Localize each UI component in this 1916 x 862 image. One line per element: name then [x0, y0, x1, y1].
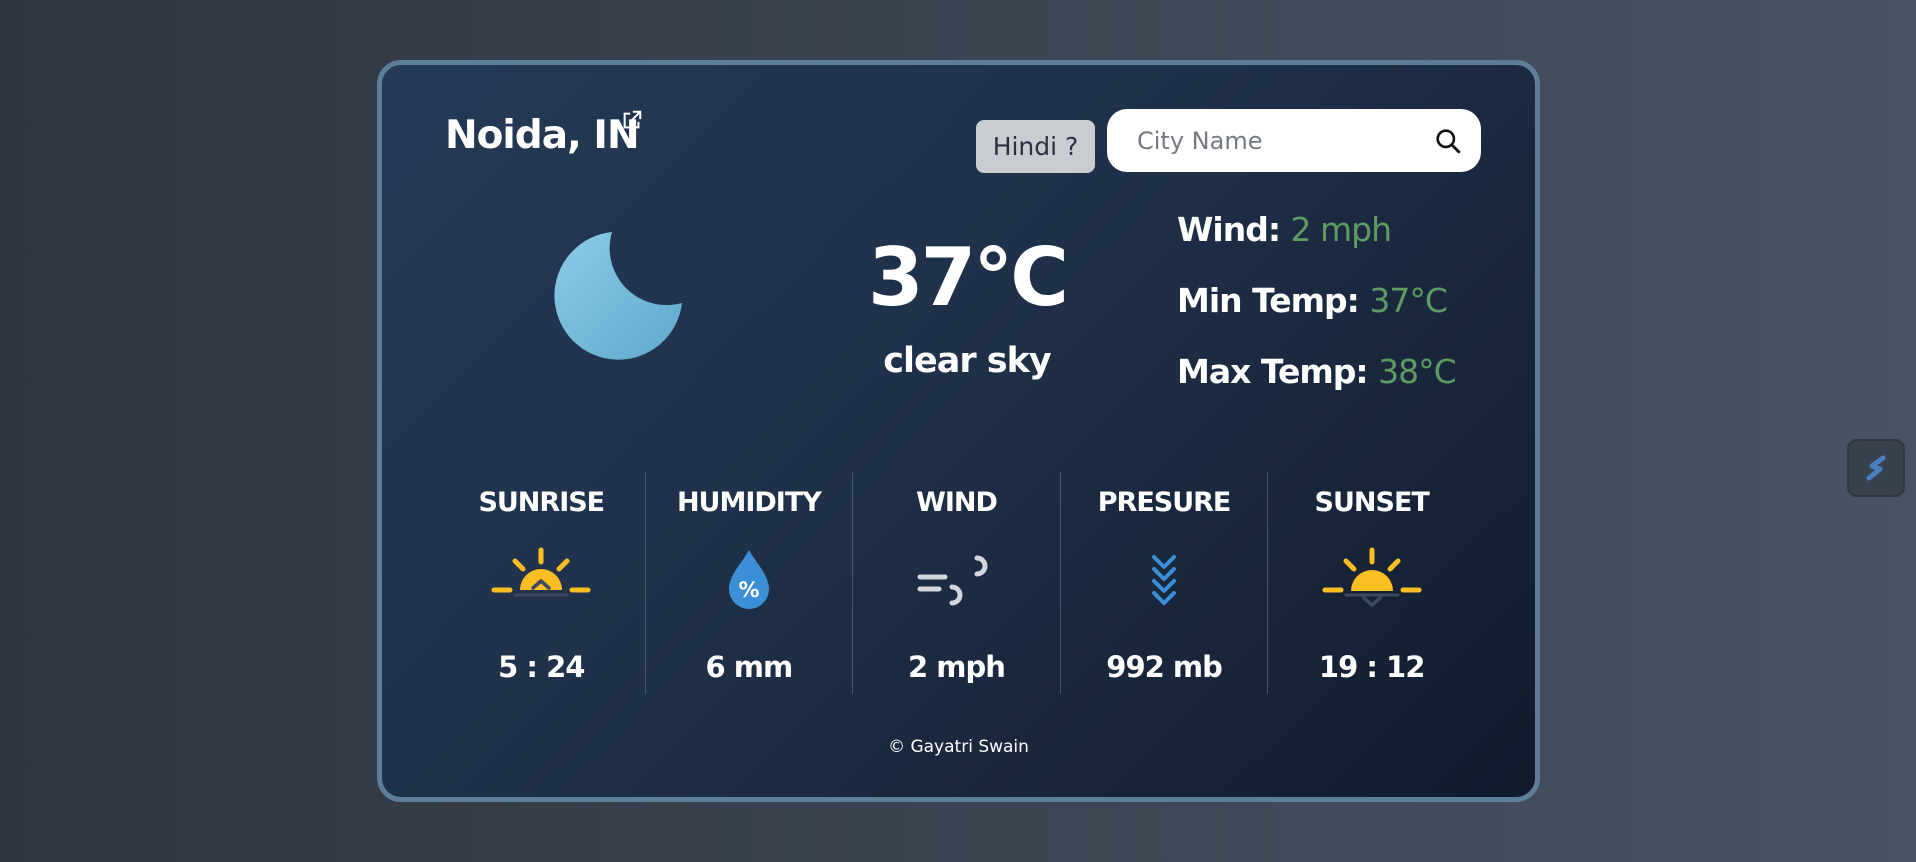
min-temp-info: Min Temp: 37°C — [1177, 281, 1448, 320]
weather-card: Noida, IN Hindi ? 37°C clear sky Wind: 2… — [377, 60, 1540, 802]
humidity-icon: % — [728, 550, 769, 609]
sunset-icon — [1322, 547, 1422, 607]
stat-label: SUNSET — [1314, 487, 1430, 518]
min-temp-label: Min Temp: — [1177, 281, 1360, 320]
stat-pressure: PRESURE 992 mb — [1059, 472, 1268, 694]
city-search-input[interactable] — [1135, 121, 1429, 161]
max-temp-info: Max Temp: 38°C — [1177, 352, 1457, 391]
weather-description: clear sky — [883, 341, 1051, 381]
min-temp-value: 37°C — [1369, 281, 1448, 320]
extension-logo-icon — [1866, 455, 1886, 481]
footer-credit: © Gayatri Swain — [888, 737, 1029, 757]
stat-label: PRESURE — [1097, 487, 1232, 518]
language-toggle-button[interactable]: Hindi ? — [976, 120, 1095, 173]
wind-value: 2 mph — [1290, 210, 1392, 249]
wind-info: Wind: 2 mph — [1177, 210, 1392, 249]
search-icon[interactable] — [1435, 128, 1461, 154]
sunrise-icon — [491, 547, 591, 597]
stat-label: SUNRISE — [478, 487, 605, 518]
max-temp-label: Max Temp: — [1177, 352, 1369, 391]
stat-value: 6 mm — [705, 650, 794, 684]
svg-text:%: % — [738, 578, 759, 602]
stat-label: WIND — [916, 487, 998, 518]
stat-value: 5 : 24 — [498, 650, 585, 684]
stat-label: HUMIDITY — [676, 487, 822, 518]
current-temperature: 37°C — [867, 231, 1069, 324]
stat-value: 2 mph — [908, 650, 1006, 684]
stats-row: SUNRISE 5 : 24 HUMIDITY % 6 mm WIND 2 mp… — [438, 472, 1475, 694]
max-temp-value: 38°C — [1378, 352, 1457, 391]
stat-value: 992 mb — [1106, 650, 1223, 684]
city-name: Noida, IN — [445, 113, 640, 158]
external-link-icon[interactable] — [621, 109, 643, 131]
wind-label: Wind: — [1177, 210, 1281, 249]
stat-sunset: SUNSET 19 : 12 — [1267, 472, 1475, 694]
search-box — [1107, 109, 1481, 172]
stat-humidity: HUMIDITY % 6 mm — [644, 472, 853, 694]
stat-wind: WIND 2 mph — [852, 472, 1060, 694]
extension-button[interactable] — [1847, 439, 1905, 497]
pressure-icon — [1152, 555, 1177, 605]
wind-icon — [917, 555, 988, 606]
moon-icon — [554, 232, 682, 360]
stat-value: 19 : 12 — [1318, 650, 1426, 684]
stat-sunrise: SUNRISE 5 : 24 — [438, 472, 645, 694]
